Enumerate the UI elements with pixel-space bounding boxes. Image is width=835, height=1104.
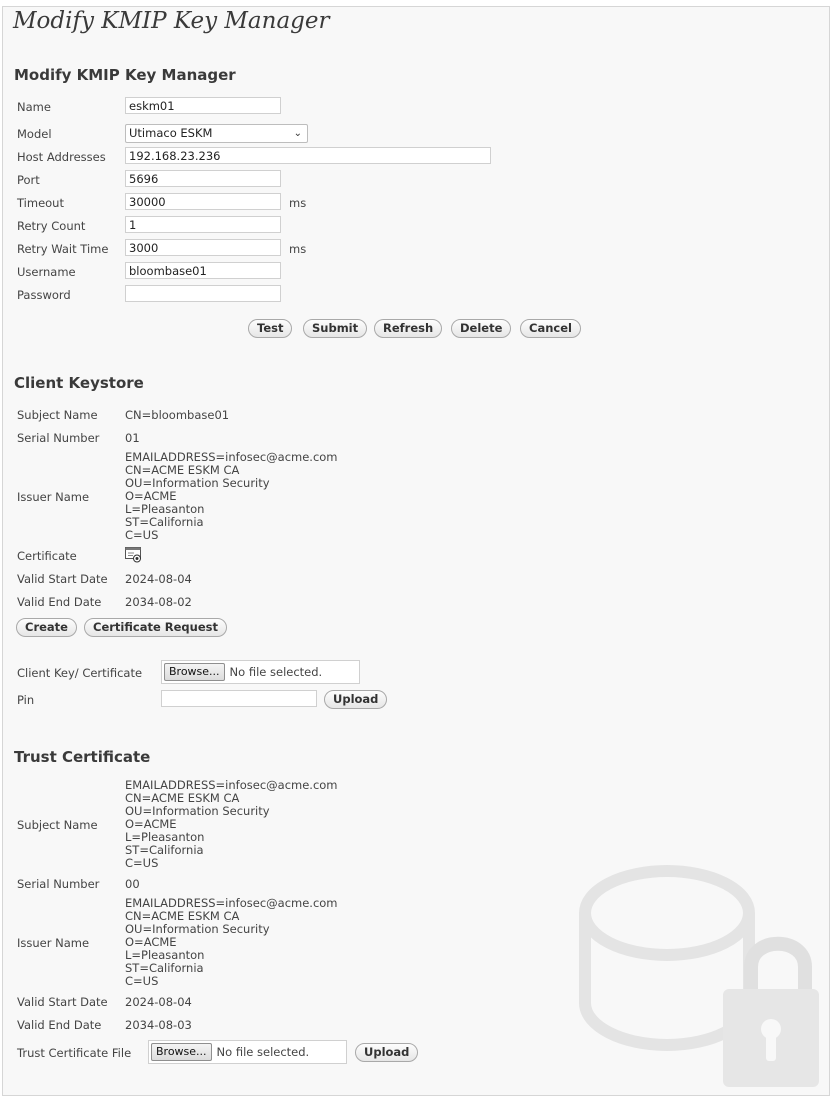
manager-section-title: Modify KMIP Key Manager [14, 66, 236, 84]
pin-input[interactable] [161, 690, 317, 707]
certificate-label: Certificate [17, 549, 77, 563]
certificate-icon[interactable] [125, 547, 142, 563]
certificate-request-button[interactable]: Certificate Request [84, 618, 227, 637]
host-addresses-input[interactable] [125, 147, 491, 164]
client-issuer-name-label: Issuer Name [17, 490, 90, 504]
client-subject-name-value: CN=bloombase01 [125, 408, 230, 422]
password-label: Password [17, 288, 71, 302]
model-label: Model [17, 127, 52, 141]
client-subject-name-label: Subject Name [17, 408, 98, 422]
trust-issuer-name-value: EMAILADDRESS=infosec@acme.com CN=ACME ES… [125, 897, 338, 988]
client-valid-end-value: 2034-08-02 [125, 595, 192, 609]
username-input[interactable] [125, 262, 281, 279]
browse-button[interactable]: Browse... [151, 1043, 212, 1061]
client-upload-button[interactable]: Upload [324, 690, 388, 709]
retry-count-label: Retry Count [17, 219, 86, 233]
client-key-file-input[interactable]: Browse... No file selected. [161, 660, 360, 684]
timeout-input[interactable] [125, 193, 281, 210]
client-serial-number-label: Serial Number [17, 431, 100, 445]
retry-wait-unit: ms [289, 242, 307, 256]
port-input[interactable] [125, 170, 281, 187]
trust-valid-start-label: Valid Start Date [17, 995, 108, 1009]
trust-serial-number-label: Serial Number [17, 877, 100, 891]
model-select-value: Utimaco ESKM [129, 126, 213, 140]
model-select[interactable]: Utimaco ESKM ⌄ [125, 124, 308, 143]
password-input[interactable] [125, 285, 281, 302]
trust-subject-name-value: EMAILADDRESS=infosec@acme.com CN=ACME ES… [125, 779, 338, 870]
client-key-certificate-label: Client Key/ Certificate [17, 666, 143, 680]
retry-wait-label: Retry Wait Time [17, 242, 109, 256]
refresh-button[interactable]: Refresh [374, 319, 443, 338]
timeout-label: Timeout [17, 196, 64, 210]
client-serial-number-value: 01 [125, 431, 140, 445]
test-button[interactable]: Test [248, 319, 293, 338]
subject-line: C=US [125, 856, 159, 870]
name-label: Name [17, 100, 51, 114]
submit-button[interactable]: Submit [303, 319, 368, 338]
browse-button[interactable]: Browse... [164, 663, 225, 681]
host-addresses-label: Host Addresses [17, 150, 106, 164]
delete-button[interactable]: Delete [451, 319, 512, 338]
client-issuer-name-value: EMAILADDRESS=infosec@acme.com CN=ACME ES… [125, 451, 338, 542]
trust-upload-button[interactable]: Upload [355, 1043, 419, 1062]
trust-subject-name-label: Subject Name [17, 818, 98, 832]
encrypted-storage-icon [579, 865, 819, 1087]
main-panel: Modify KMIP Key Manager Modify KMIP Key … [2, 6, 830, 1096]
create-button[interactable]: Create [16, 618, 77, 637]
trust-certificate-title: Trust Certificate [14, 748, 151, 766]
name-input[interactable] [125, 97, 281, 114]
trust-valid-end-label: Valid End Date [17, 1018, 102, 1032]
client-valid-start-value: 2024-08-04 [125, 572, 192, 586]
retry-wait-input[interactable] [125, 239, 281, 256]
trust-certificate-file-input[interactable]: Browse... No file selected. [148, 1040, 347, 1064]
trust-certificate-file-label: Trust Certificate File [17, 1046, 132, 1060]
client-keystore-title: Client Keystore [14, 374, 144, 392]
trust-issuer-name-label: Issuer Name [17, 936, 90, 950]
trust-serial-number-value: 00 [125, 877, 140, 891]
cancel-button[interactable]: Cancel [520, 319, 581, 338]
page-title: Modify KMIP Key Manager [13, 8, 330, 34]
trust-valid-start-value: 2024-08-04 [125, 995, 192, 1009]
pin-label: Pin [17, 693, 35, 707]
file-name-text: No file selected. [229, 665, 323, 679]
port-label: Port [17, 173, 40, 187]
retry-count-input[interactable] [125, 216, 281, 233]
issuer-line: C=US [125, 528, 159, 542]
file-name-text: No file selected. [216, 1045, 310, 1059]
issuer-line: C=US [125, 974, 159, 988]
chevron-down-icon: ⌄ [293, 128, 302, 139]
client-valid-end-label: Valid End Date [17, 595, 102, 609]
client-valid-start-label: Valid Start Date [17, 572, 108, 586]
trust-valid-end-value: 2034-08-03 [125, 1018, 192, 1032]
timeout-unit: ms [289, 196, 307, 210]
username-label: Username [17, 265, 76, 279]
